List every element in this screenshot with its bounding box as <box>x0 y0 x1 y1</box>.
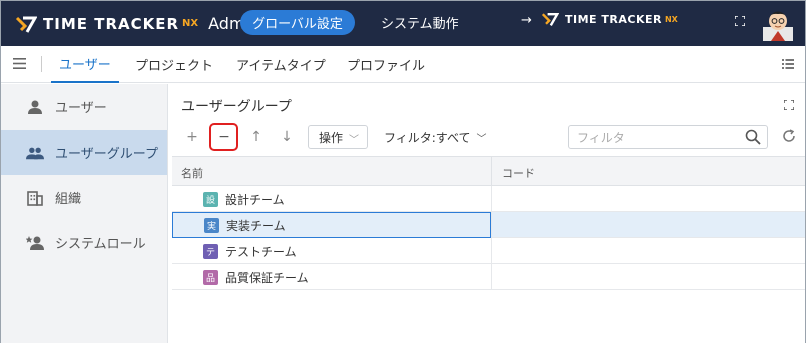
group-badge-icon: テ <box>203 243 218 259</box>
link-logo-text: TIME TRACKER <box>565 12 662 26</box>
group-name: 品質保証チーム <box>225 270 309 285</box>
table-row[interactable]: テ テストチーム <box>172 238 805 264</box>
hamburger-menu-icon[interactable] <box>13 58 26 69</box>
logo-mark-icon <box>541 13 559 26</box>
list-view-icon[interactable] <box>782 59 794 69</box>
group-badge-icon: 実 <box>204 217 219 233</box>
person-star-icon <box>26 234 44 252</box>
table-row[interactable]: 設 設計チーム <box>172 186 805 212</box>
code-cell[interactable] <box>491 238 805 264</box>
toolbar: + − ↑ ↓ 操作 ﹀ フィルタ:すべて ﹀ フィルタ <box>168 122 805 152</box>
expand-icon[interactable] <box>784 100 794 110</box>
arrow-right-icon: → <box>521 13 532 28</box>
people-icon <box>26 144 44 162</box>
sidebar-item-label: システムロール <box>55 237 146 252</box>
chevron-down-icon: ﹀ <box>476 133 487 145</box>
search-field[interactable]: フィルタ <box>568 125 768 149</box>
sidebar-item-label: ユーザー <box>55 101 107 116</box>
tab-item-types[interactable]: アイテムタイプ <box>236 46 326 83</box>
time-tracker-link[interactable]: TIME TRACKER NX <box>541 11 678 27</box>
system-operation-button[interactable]: システム動作 <box>381 10 459 35</box>
user-group-grid: 名前 コード 設 設計チーム 実 実装チーム テ テストチーム 品 品質保証チー… <box>172 156 805 290</box>
sidebar-item-label: 組織 <box>55 192 82 207</box>
global-settings-button[interactable]: グローバル設定 <box>240 10 355 35</box>
main-nav: ユーザー プロジェクト アイテムタイプ プロファイル <box>1 46 805 83</box>
link-logo-nx: NX <box>664 14 678 24</box>
operation-label: 操作 <box>319 130 344 145</box>
sidebar-item-label: ユーザーグループ <box>55 147 158 162</box>
remove-button[interactable]: − <box>217 129 231 145</box>
nav-divider <box>41 56 42 72</box>
sidebar-item-organization[interactable]: 組織 <box>1 175 167 220</box>
sidebar: ユーザー ユーザーグループ 組織 システムロール <box>1 84 168 343</box>
logo-text: TIME TRACKER <box>43 14 180 33</box>
search-placeholder: フィルタ <box>577 130 625 145</box>
name-cell[interactable]: テ テストチーム <box>172 238 491 264</box>
name-cell[interactable]: 設 設計チーム <box>172 186 491 212</box>
table-row[interactable]: 品 品質保証チーム <box>172 264 805 290</box>
person-icon <box>26 98 44 116</box>
sidebar-item-system-roles[interactable]: システムロール <box>1 220 167 265</box>
group-badge-icon: 設 <box>203 191 218 207</box>
app-header: TIME TRACKER NX Admin グローバル設定 システム動作 → T… <box>1 1 805 46</box>
tab-projects[interactable]: プロジェクト <box>135 46 213 83</box>
user-avatar[interactable] <box>763 5 793 41</box>
group-badge-icon: 品 <box>203 269 218 285</box>
app-logo[interactable]: TIME TRACKER NX Admin <box>15 1 259 46</box>
name-cell[interactable]: 品 品質保証チーム <box>172 264 491 290</box>
sidebar-item-users[interactable]: ユーザー <box>1 84 167 129</box>
move-up-button[interactable]: ↑ <box>249 129 263 145</box>
move-down-button[interactable]: ↓ <box>280 129 294 145</box>
building-icon <box>26 189 44 207</box>
logo-nx: NX <box>182 18 199 29</box>
add-button[interactable]: + <box>185 129 199 145</box>
group-name: テストチーム <box>225 244 297 259</box>
chevron-down-icon: ﹀ <box>349 135 359 146</box>
grid-header: 名前 コード <box>172 156 805 186</box>
fullscreen-icon[interactable] <box>735 16 745 26</box>
code-cell[interactable] <box>491 212 805 238</box>
refresh-icon[interactable] <box>782 129 796 143</box>
tab-users[interactable]: ユーザー <box>51 46 119 83</box>
logo-mark-icon <box>15 16 37 33</box>
column-header-name[interactable]: 名前 <box>181 165 203 181</box>
group-name: 設計チーム <box>225 192 285 207</box>
sidebar-item-user-groups[interactable]: ユーザーグループ <box>1 130 167 175</box>
group-name: 実装チーム <box>226 218 286 233</box>
page-title: ユーザーグループ <box>181 99 292 115</box>
search-icon[interactable] <box>745 129 761 145</box>
column-header-code[interactable]: コード <box>491 157 535 186</box>
main-panel: ユーザーグループ + − ↑ ↓ 操作 ﹀ フィルタ:すべて ﹀ フィルタ 名前… <box>168 84 805 343</box>
table-row[interactable]: 実 実装チーム <box>172 212 805 238</box>
filter-label: フィルタ:すべて <box>384 130 471 145</box>
filter-dropdown[interactable]: フィルタ:すべて ﹀ <box>384 125 486 149</box>
operation-dropdown[interactable]: 操作 ﹀ <box>308 125 368 149</box>
name-cell[interactable]: 実 実装チーム <box>172 212 491 238</box>
code-cell[interactable] <box>491 264 805 290</box>
tab-profiles[interactable]: プロファイル <box>347 46 425 83</box>
code-cell[interactable] <box>491 186 805 212</box>
